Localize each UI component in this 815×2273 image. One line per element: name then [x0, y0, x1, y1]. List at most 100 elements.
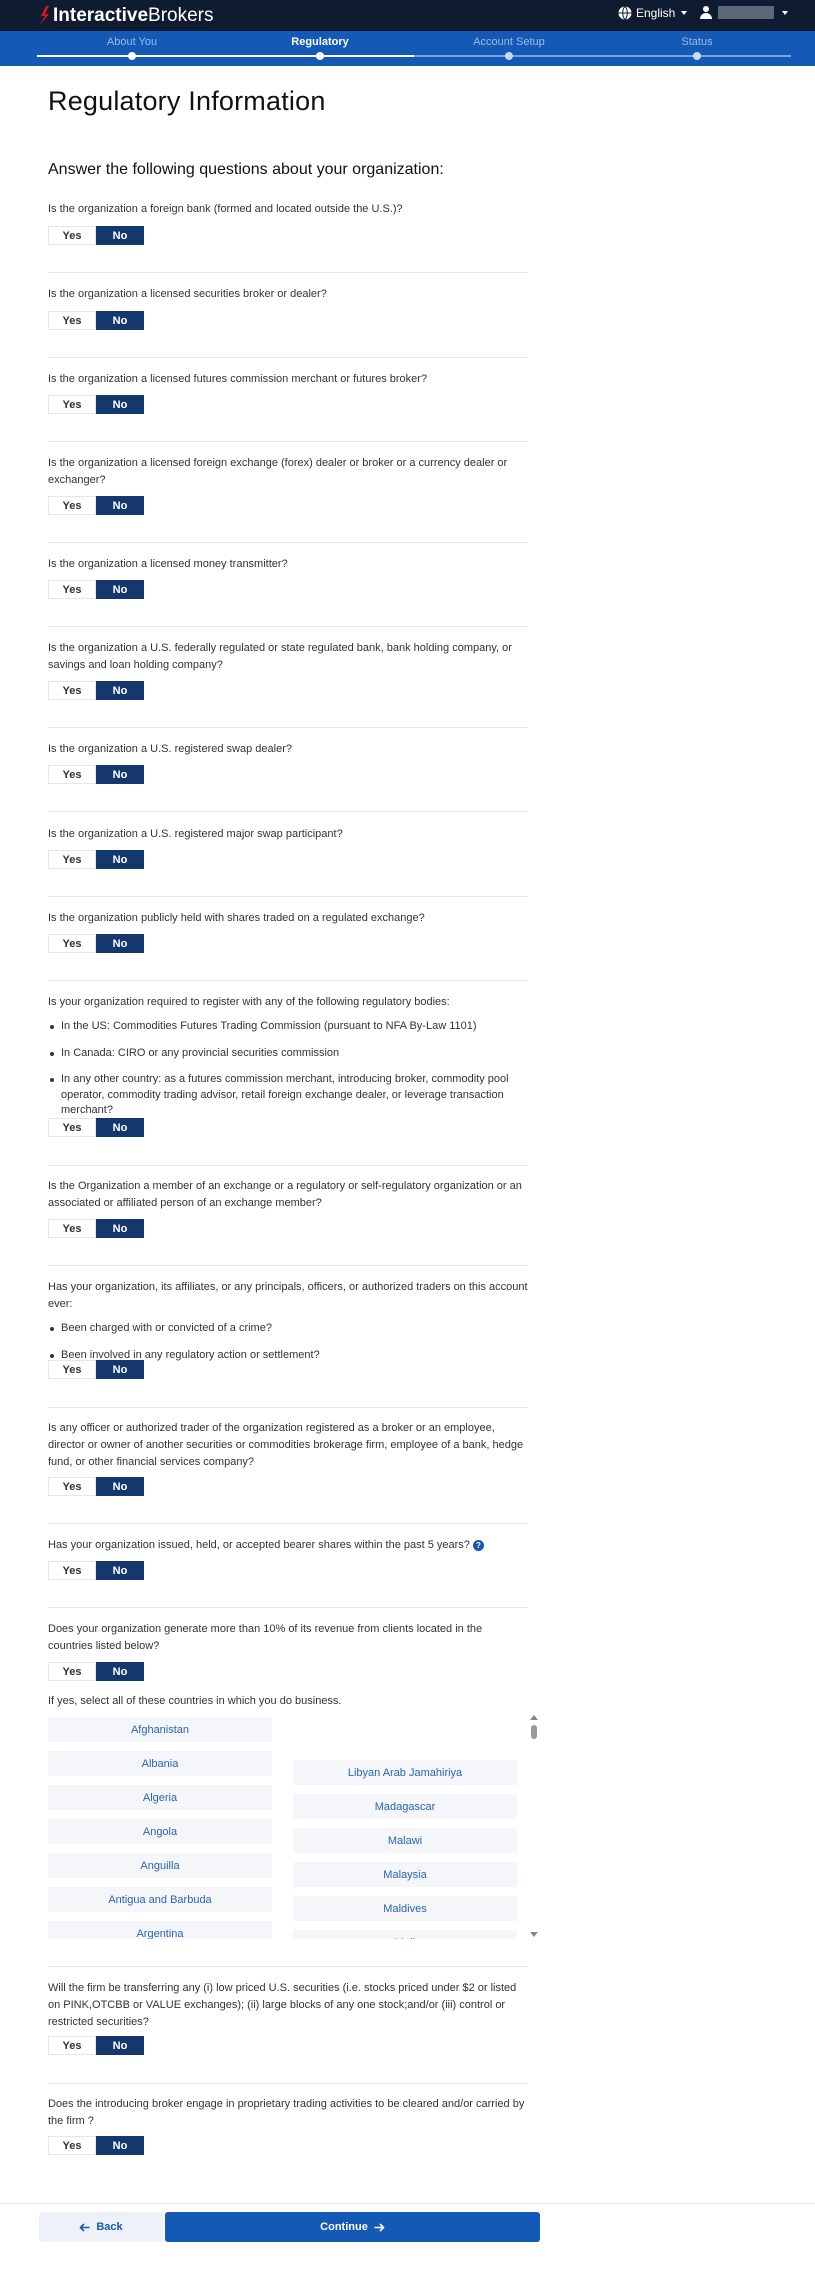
yes-button[interactable]: Yes: [48, 311, 96, 330]
no-button[interactable]: No: [96, 496, 144, 515]
no-button[interactable]: No: [96, 765, 144, 784]
no-button[interactable]: No: [96, 850, 144, 869]
brand-logo[interactable]: Interactive Brokers: [37, 5, 214, 27]
country-option[interactable]: Argentina: [48, 1921, 272, 1939]
back-button[interactable]: Back: [39, 2212, 163, 2242]
country-option[interactable]: Libyan Arab Jamahiriya: [293, 1760, 517, 1785]
country-option[interactable]: Madagascar: [293, 1794, 517, 1819]
country-option[interactable]: Anguilla: [48, 1853, 272, 1878]
yes-button[interactable]: Yes: [48, 765, 96, 784]
question-revenue-countries: Does your organization generate more tha…: [48, 1623, 483, 1652]
help-icon[interactable]: ?: [472, 1539, 484, 1551]
scroll-down-arrow-icon[interactable]: [530, 1932, 538, 1937]
yes-button[interactable]: Yes: [48, 1477, 96, 1496]
chevron-down-icon: [681, 11, 688, 15]
question-text: Has your organization issued, held, or a…: [48, 1539, 470, 1551]
no-button[interactable]: No: [96, 226, 144, 245]
no-button[interactable]: No: [96, 395, 144, 414]
country-option[interactable]: Malaysia: [293, 1862, 517, 1887]
yes-no-publicly-held: Yes No: [48, 934, 144, 953]
continue-button[interactable]: Continue: [165, 2212, 540, 2242]
yes-no-forex-dealer: Yes No: [48, 496, 144, 515]
username-redacted: [718, 6, 774, 19]
no-button[interactable]: No: [96, 1477, 144, 1496]
no-button[interactable]: No: [96, 681, 144, 700]
divider: [48, 542, 528, 543]
country-option[interactable]: Albania: [48, 1751, 272, 1776]
yes-no-criminal-history: Yes No: [48, 1360, 144, 1379]
step-regulatory: Regulatory: [291, 36, 349, 48]
yes-button[interactable]: Yes: [48, 1219, 96, 1238]
step-dot-regulatory: [316, 52, 324, 60]
yes-no-foreign-bank: Yes No: [48, 226, 144, 245]
question-officer-registered: Is any officer or authorized trader of t…: [48, 1422, 524, 1468]
bullet-item: Been charged with or convicted of a crim…: [48, 1321, 528, 1337]
divider: [48, 980, 528, 981]
divider: [48, 1966, 528, 1967]
bullet-item: In Canada: CIRO or any provincial securi…: [48, 1046, 528, 1062]
divider: [48, 1607, 528, 1608]
country-option[interactable]: Angola: [48, 1819, 272, 1844]
yes-button[interactable]: Yes: [48, 850, 96, 869]
country-column-left: Afghanistan Albania Algeria Angola Angui…: [48, 1717, 272, 1939]
question-major-swap-participant: Is the organization a U.S. registered ma…: [48, 828, 343, 840]
divider: [48, 441, 528, 442]
no-button[interactable]: No: [96, 1662, 144, 1681]
yes-no-exchange-member: Yes No: [48, 1219, 144, 1238]
yes-no-futures-merchant: Yes No: [48, 395, 144, 414]
top-bar: Interactive Brokers English: [0, 0, 815, 31]
question-money-transmitter: Is the organization a licensed money tra…: [48, 558, 288, 570]
no-button[interactable]: No: [96, 934, 144, 953]
no-button[interactable]: No: [96, 1118, 144, 1137]
country-option[interactable]: Afghanistan: [48, 1717, 272, 1742]
no-button[interactable]: No: [96, 2036, 144, 2055]
yes-button[interactable]: Yes: [48, 580, 96, 599]
scroll-up-arrow-icon[interactable]: [530, 1715, 538, 1720]
step-dot-about-you: [128, 52, 136, 60]
country-option[interactable]: Maldives: [293, 1896, 517, 1921]
step-about-you[interactable]: About You: [107, 36, 157, 48]
globe-icon: [618, 6, 632, 20]
user-menu[interactable]: [700, 6, 788, 19]
yes-button[interactable]: Yes: [48, 496, 96, 515]
no-button[interactable]: No: [96, 2136, 144, 2155]
yes-button[interactable]: Yes: [48, 226, 96, 245]
yes-button[interactable]: Yes: [48, 934, 96, 953]
question-regulatory-bodies: Is your organization required to registe…: [48, 994, 528, 1130]
country-list[interactable]: Afghanistan Albania Algeria Angola Angui…: [48, 1713, 540, 1939]
yes-button[interactable]: Yes: [48, 1662, 96, 1681]
yes-button[interactable]: Yes: [48, 681, 96, 700]
no-button[interactable]: No: [96, 1561, 144, 1580]
question-low-priced-securities: Will the firm be transferring any (i) lo…: [48, 1982, 517, 2028]
no-button[interactable]: No: [96, 580, 144, 599]
language-selector[interactable]: English: [618, 6, 688, 20]
yes-button[interactable]: Yes: [48, 1561, 96, 1580]
scroll-thumb[interactable]: [531, 1725, 537, 1739]
no-button[interactable]: No: [96, 1360, 144, 1379]
yes-button[interactable]: Yes: [48, 395, 96, 414]
question-futures-merchant: Is the organization a licensed futures c…: [48, 373, 428, 385]
yes-button[interactable]: Yes: [48, 2036, 96, 2055]
page-title: Regulatory Information: [48, 86, 326, 116]
yes-no-major-swap-participant: Yes No: [48, 850, 144, 869]
yes-button[interactable]: Yes: [48, 1118, 96, 1137]
question-regulated-bank: Is the organization a U.S. federally reg…: [48, 642, 512, 671]
yes-no-low-priced-securities: Yes No: [48, 2036, 144, 2055]
no-button[interactable]: No: [96, 311, 144, 330]
yes-button[interactable]: Yes: [48, 2136, 96, 2155]
yes-no-proprietary-trading: Yes No: [48, 2136, 144, 2155]
bullet-list: In the US: Commodities Futures Trading C…: [48, 1019, 528, 1119]
progress-track-done: [37, 55, 414, 57]
country-list-scrollbar[interactable]: [528, 1713, 540, 1939]
no-button[interactable]: No: [96, 1219, 144, 1238]
arrow-right-icon: [374, 2222, 385, 2232]
country-option[interactable]: Algeria: [48, 1785, 272, 1810]
country-option[interactable]: Mali: [293, 1930, 517, 1939]
footer-divider: [0, 2203, 815, 2204]
country-option[interactable]: Malawi: [293, 1828, 517, 1853]
country-option[interactable]: Antigua and Barbuda: [48, 1887, 272, 1912]
divider: [48, 272, 528, 273]
bullet-item: In the US: Commodities Futures Trading C…: [48, 1019, 528, 1035]
yes-no-regulatory-bodies: Yes No: [48, 1118, 144, 1137]
yes-button[interactable]: Yes: [48, 1360, 96, 1379]
